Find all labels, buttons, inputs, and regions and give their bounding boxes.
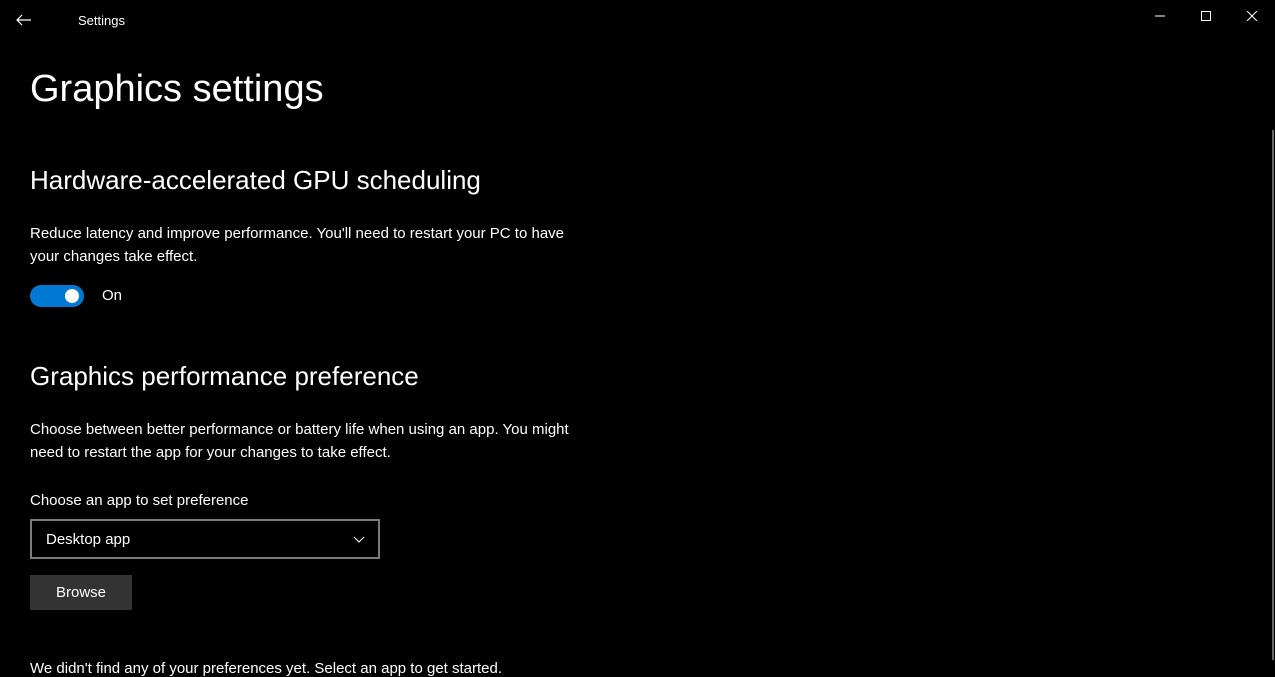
minimize-icon — [1155, 11, 1165, 21]
performance-pref-heading: Graphics performance preference — [30, 361, 700, 392]
back-button[interactable] — [0, 0, 48, 40]
close-button[interactable] — [1229, 0, 1275, 32]
dropdown-selected-value: Desktop app — [46, 531, 130, 548]
gpu-scheduling-toggle-row: On — [30, 285, 700, 307]
window-controls — [1137, 0, 1275, 32]
chevron-down-icon — [352, 532, 366, 546]
gpu-scheduling-description: Reduce latency and improve performance. … — [30, 222, 590, 269]
maximize-icon — [1201, 11, 1211, 21]
scrollbar[interactable] — [1272, 130, 1274, 660]
titlebar: Settings — [0, 0, 1275, 40]
gpu-scheduling-toggle[interactable] — [30, 285, 84, 307]
empty-preferences-message: We didn't find any of your preferences y… — [30, 660, 700, 677]
performance-pref-description: Choose between better performance or bat… — [30, 418, 590, 465]
window-title: Settings — [78, 13, 125, 28]
browse-button[interactable]: Browse — [30, 575, 132, 610]
gpu-scheduling-toggle-label: On — [102, 287, 122, 304]
page-title: Graphics settings — [30, 68, 700, 111]
gpu-scheduling-heading: Hardware-accelerated GPU scheduling — [30, 165, 700, 196]
maximize-button[interactable] — [1183, 0, 1229, 32]
content-area: Graphics settings Hardware-accelerated G… — [0, 40, 700, 677]
arrow-left-icon — [16, 12, 32, 28]
toggle-knob — [65, 289, 79, 303]
minimize-button[interactable] — [1137, 0, 1183, 32]
choose-app-label: Choose an app to set preference — [30, 492, 700, 509]
close-icon — [1247, 11, 1257, 21]
app-type-dropdown[interactable]: Desktop app — [30, 519, 380, 559]
